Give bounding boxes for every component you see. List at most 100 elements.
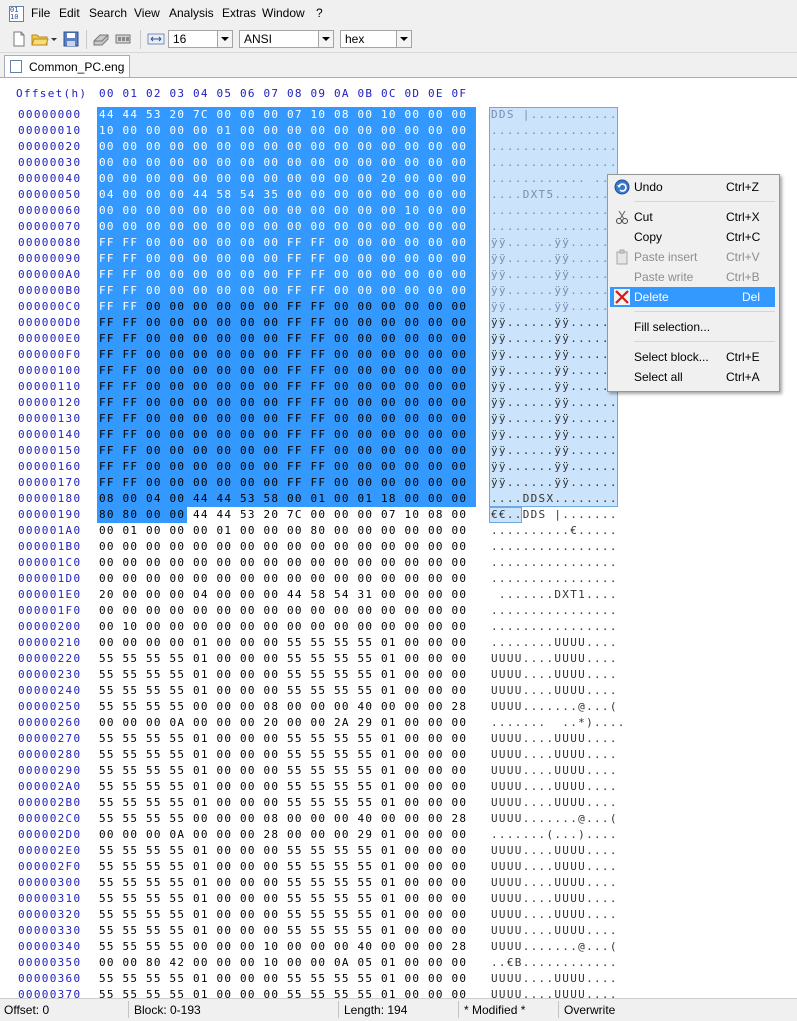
- hex-byte[interactable]: 00: [217, 892, 233, 905]
- hex-byte[interactable]: 00: [123, 716, 139, 729]
- hex-byte[interactable]: 00: [264, 988, 280, 998]
- hex-byte[interactable]: 55: [99, 684, 115, 697]
- hex-byte[interactable]: FF: [311, 460, 327, 473]
- hex-byte[interactable]: 00: [381, 236, 397, 249]
- hex-byte[interactable]: 00: [217, 460, 233, 473]
- ascii-text[interactable]: ................: [491, 124, 618, 137]
- hex-byte[interactable]: 00: [217, 364, 233, 377]
- hex-byte[interactable]: 00: [240, 924, 256, 937]
- hex-byte[interactable]: 00: [264, 572, 280, 585]
- hex-byte[interactable]: 00: [334, 620, 350, 633]
- hex-byte[interactable]: 55: [287, 972, 303, 985]
- hex-byte[interactable]: 00: [334, 604, 350, 617]
- hex-byte[interactable]: FF: [123, 284, 139, 297]
- hex-byte[interactable]: 00: [405, 364, 421, 377]
- hex-byte[interactable]: 00: [334, 364, 350, 377]
- hex-byte[interactable]: 00: [240, 412, 256, 425]
- hex-byte[interactable]: 28: [452, 940, 468, 953]
- hex-byte[interactable]: 55: [123, 988, 139, 998]
- hex-byte[interactable]: 55: [123, 652, 139, 665]
- hex-byte[interactable]: 01: [193, 668, 209, 681]
- hex-byte[interactable]: 00: [170, 380, 186, 393]
- hex-byte[interactable]: 00: [146, 268, 162, 281]
- hex-byte[interactable]: 00: [428, 876, 444, 889]
- hex-byte[interactable]: 55: [311, 780, 327, 793]
- hex-byte[interactable]: 55: [99, 780, 115, 793]
- hex-byte[interactable]: 00: [452, 236, 468, 249]
- hex-byte[interactable]: FF: [287, 380, 303, 393]
- ascii-text[interactable]: ..€B............: [491, 956, 618, 969]
- hex-byte[interactable]: 00: [146, 556, 162, 569]
- hex-byte[interactable]: 00: [334, 380, 350, 393]
- hex-byte[interactable]: 00: [428, 412, 444, 425]
- hex-byte[interactable]: 00: [405, 748, 421, 761]
- hex-byte[interactable]: 00: [217, 268, 233, 281]
- hex-byte[interactable]: 00: [381, 940, 397, 953]
- hex-byte[interactable]: 00: [170, 348, 186, 361]
- hex-byte[interactable]: 00: [240, 108, 256, 121]
- hex-byte[interactable]: 00: [217, 316, 233, 329]
- hex-byte[interactable]: 00: [193, 828, 209, 841]
- hex-byte[interactable]: 00: [287, 828, 303, 841]
- hex-byte[interactable]: 10: [264, 956, 280, 969]
- hex-byte[interactable]: 00: [311, 188, 327, 201]
- hex-byte[interactable]: 00: [311, 540, 327, 553]
- hex-byte[interactable]: 00: [381, 476, 397, 489]
- hex-byte[interactable]: 00: [217, 716, 233, 729]
- hex-byte[interactable]: 00: [334, 188, 350, 201]
- hex-byte[interactable]: 00: [428, 764, 444, 777]
- hex-byte[interactable]: 55: [358, 732, 374, 745]
- hex-byte[interactable]: FF: [99, 476, 115, 489]
- hex-byte[interactable]: 55: [287, 844, 303, 857]
- hex-byte[interactable]: FF: [287, 460, 303, 473]
- hex-byte[interactable]: 00: [123, 188, 139, 201]
- hex-byte[interactable]: 00: [452, 364, 468, 377]
- hex-byte[interactable]: 01: [311, 492, 327, 505]
- hex-byte[interactable]: 55: [170, 860, 186, 873]
- hex-byte[interactable]: 00: [217, 924, 233, 937]
- hex-byte[interactable]: 00: [381, 268, 397, 281]
- hex-byte[interactable]: FF: [287, 364, 303, 377]
- hex-byte[interactable]: 55: [334, 780, 350, 793]
- hex-byte[interactable]: FF: [99, 460, 115, 473]
- hex-byte[interactable]: 53: [240, 508, 256, 521]
- hex-byte[interactable]: 01: [193, 748, 209, 761]
- hex-byte[interactable]: 55: [146, 732, 162, 745]
- hex-byte[interactable]: 55: [170, 796, 186, 809]
- hex-byte[interactable]: 01: [381, 844, 397, 857]
- hex-byte[interactable]: 00: [240, 780, 256, 793]
- hex-byte[interactable]: 55: [170, 652, 186, 665]
- hex-byte[interactable]: 55: [170, 988, 186, 998]
- hex-byte[interactable]: 00: [452, 876, 468, 889]
- hex-byte[interactable]: 00: [193, 460, 209, 473]
- hex-byte[interactable]: 55: [334, 732, 350, 745]
- hex-byte[interactable]: 55: [99, 796, 115, 809]
- ascii-text[interactable]: ....DDSX........: [491, 492, 618, 505]
- hex-byte[interactable]: 00: [217, 700, 233, 713]
- hex-byte[interactable]: 00: [264, 844, 280, 857]
- ascii-text[interactable]: ÿÿ......ÿÿ......: [491, 348, 618, 361]
- hex-byte[interactable]: 00: [193, 524, 209, 537]
- hex-byte[interactable]: 00: [358, 540, 374, 553]
- hex-byte[interactable]: 00: [358, 396, 374, 409]
- hex-byte[interactable]: 00: [358, 268, 374, 281]
- hex-byte[interactable]: 00: [405, 988, 421, 998]
- hex-byte[interactable]: 55: [99, 860, 115, 873]
- hex-byte[interactable]: FF: [99, 364, 115, 377]
- ascii-text[interactable]: ÿÿ......ÿÿ......: [491, 476, 618, 489]
- hex-byte[interactable]: 00: [358, 172, 374, 185]
- hex-byte[interactable]: 55: [123, 684, 139, 697]
- hex-byte[interactable]: 00: [311, 620, 327, 633]
- hex-byte[interactable]: 00: [405, 780, 421, 793]
- hex-byte[interactable]: 00: [287, 492, 303, 505]
- hex-byte[interactable]: 00: [334, 428, 350, 441]
- hex-byte[interactable]: 00: [217, 876, 233, 889]
- ascii-text[interactable]: UUUU....UUUU....: [491, 876, 618, 889]
- ascii-text[interactable]: UUUU....UUUU....: [491, 668, 618, 681]
- hex-byte[interactable]: 55: [123, 940, 139, 953]
- hex-byte[interactable]: 01: [381, 764, 397, 777]
- hex-byte[interactable]: 01: [381, 780, 397, 793]
- hex-byte[interactable]: FF: [99, 236, 115, 249]
- hex-byte[interactable]: 55: [311, 844, 327, 857]
- hex-byte[interactable]: FF: [311, 268, 327, 281]
